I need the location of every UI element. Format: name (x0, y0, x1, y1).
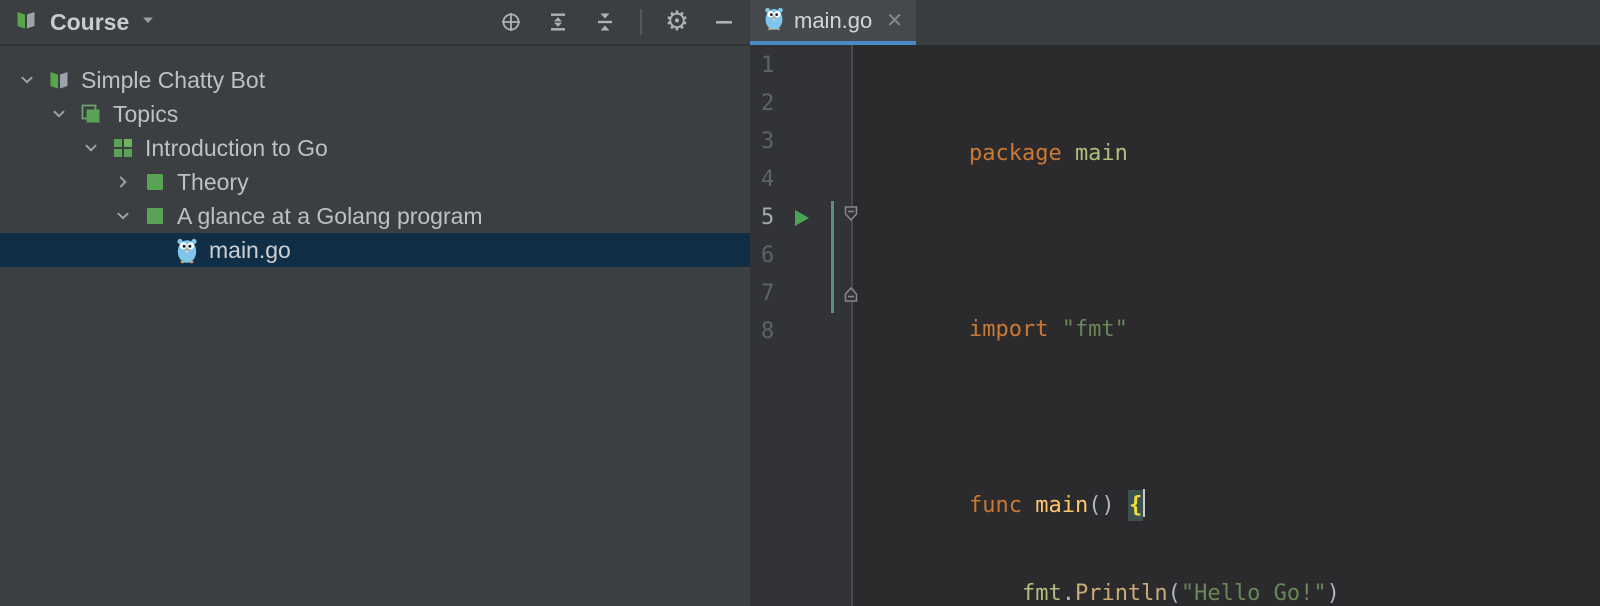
course-book-icon (46, 67, 72, 93)
chevron-down-icon[interactable] (14, 67, 40, 93)
locate-file-button[interactable] (499, 10, 523, 34)
code-line-4 (863, 361, 1600, 399)
lesson-square-icon (142, 169, 168, 195)
topics-folder-icon (78, 101, 104, 127)
tree-item-label: A glance at a Golang program (177, 203, 483, 229)
line-number-column: 1 2 3 4 5 6 7 8 (750, 45, 851, 351)
toolbar-separator (640, 9, 642, 35)
chevron-right-icon[interactable] (110, 169, 136, 195)
line-number: 1 (750, 47, 851, 85)
course-title-button[interactable]: Course (14, 8, 156, 37)
hide-tool-window-button[interactable] (712, 10, 736, 34)
section-grid-icon (110, 135, 136, 161)
tree-item-theory[interactable]: Theory (0, 165, 750, 199)
code-line-2 (863, 185, 1600, 223)
code-line-5: func main() { (863, 449, 1600, 487)
code-line-6: fmt.Println("Hello Go!") (863, 537, 1600, 575)
title-dropdown-icon (140, 12, 156, 33)
tree-item-label: Simple Chatty Bot (81, 67, 265, 93)
tool-window-header: Course ⚙ (0, 0, 750, 46)
course-tree: Simple Chatty Bot Topics Introduction to… (0, 46, 750, 267)
line-number: 7 (750, 275, 851, 313)
tree-item-introduction-to-go[interactable]: Introduction to Go (0, 131, 750, 165)
editor-body: 1 2 3 4 5 6 7 8 package main (750, 45, 1600, 606)
tree-item-label: Introduction to Go (145, 135, 328, 161)
tree-item-label: Topics (113, 101, 178, 127)
tree-item-label: main.go (209, 237, 291, 263)
line-number: 3 (750, 123, 851, 161)
gopher-icon (174, 237, 200, 263)
tree-item-main-go[interactable]: main.go (0, 233, 750, 267)
chevron-down-icon[interactable] (110, 203, 136, 229)
text-caret (1143, 489, 1145, 517)
code-editing-area[interactable]: package main import "fmt" func main() { … (855, 45, 1600, 606)
line-number: 2 (750, 85, 851, 123)
gear-icon[interactable]: ⚙ (665, 10, 689, 34)
vcs-change-stripe (831, 201, 834, 313)
tab-label: main.go (794, 8, 872, 34)
course-book-icon (14, 8, 38, 37)
line-number: 4 (750, 161, 851, 199)
run-main-button[interactable] (790, 207, 812, 229)
editor-pane: main.go ✕ 1 2 3 4 5 6 7 8 (750, 0, 1600, 606)
code-line-1: package main (863, 97, 1600, 135)
editor-gutter: 1 2 3 4 5 6 7 8 (750, 45, 853, 606)
close-icon[interactable]: ✕ (886, 11, 903, 31)
line-number: 6 (750, 237, 851, 275)
collapse-all-button[interactable] (593, 10, 617, 34)
tool-window-toolbar: ⚙ (499, 9, 736, 35)
tab-main-go[interactable]: main.go ✕ (750, 0, 916, 45)
course-tool-window: Course ⚙ (0, 0, 750, 606)
chevron-down-icon[interactable] (78, 135, 104, 161)
tree-item-simple-chatty-bot[interactable]: Simple Chatty Bot (0, 63, 750, 97)
expand-all-button[interactable] (546, 10, 570, 34)
chevron-down-icon[interactable] (46, 101, 72, 127)
tree-item-topics[interactable]: Topics (0, 97, 750, 131)
lesson-square-icon (142, 203, 168, 229)
tree-item-a-glance-at-a-golang-program[interactable]: A glance at a Golang program (0, 199, 750, 233)
tree-item-label: Theory (177, 169, 249, 195)
editor-tab-bar: main.go ✕ (750, 0, 1600, 45)
gopher-icon (763, 6, 785, 36)
chevron-spacer (142, 237, 168, 263)
tool-window-title: Course (50, 9, 129, 36)
line-number: 8 (750, 313, 851, 351)
code-line-3: import "fmt" (863, 273, 1600, 311)
